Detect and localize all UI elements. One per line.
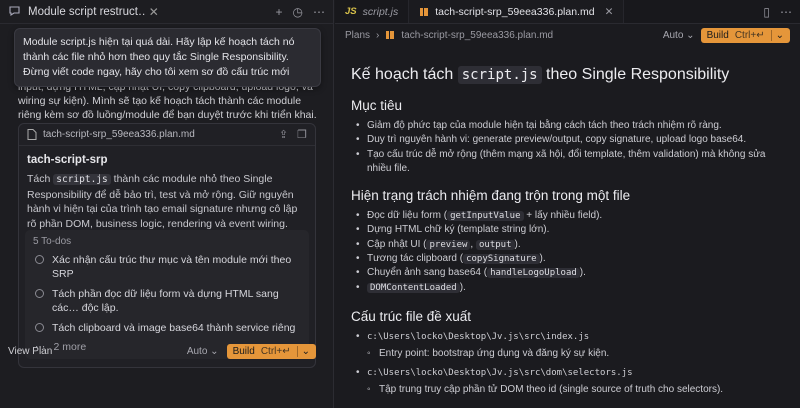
- goals-list: Giảm độ phức tạp của module hiện tại bằn…: [351, 119, 791, 176]
- list-item: Duy trì nguyên hành vi: generate preview…: [351, 133, 791, 148]
- breadcrumb-plans[interactable]: Plans: [345, 30, 370, 41]
- chat-panel: Module script restruct… ✕ + ◷ ⋯ input, d…: [0, 0, 334, 408]
- todo-checkbox-icon[interactable]: [35, 289, 44, 298]
- chat-tab-bar: Module script restruct… ✕ + ◷ ⋯: [0, 0, 333, 24]
- inline-code: script.js: [53, 174, 111, 185]
- list-item: Đọc dữ liệu form (getInputValue + lấy nh…: [351, 209, 791, 224]
- section-heading: Hiện trạng trách nhiệm đang trộn trong m…: [351, 188, 631, 204]
- plan-filename[interactable]: tach-script-srp_59eea336.plan.md: [43, 129, 279, 140]
- close-tab-icon[interactable]: ✕: [605, 6, 614, 18]
- chat-tab-title[interactable]: Module script restruct…: [28, 6, 145, 18]
- list-item: Tập trung truy cập phần tử DOM theo id (…: [351, 383, 791, 398]
- todo-item[interactable]: Tách clipboard và image base64 thành ser…: [33, 321, 301, 335]
- tab-plan-md[interactable]: tach-script-srp_59eea336.plan.md ✕: [409, 0, 625, 23]
- todo-checkbox-icon[interactable]: [35, 323, 44, 332]
- todo-item[interactable]: Tách phần đọc dữ liệu form và dựng HTML …: [33, 287, 301, 315]
- auto-select[interactable]: Auto ⌄: [663, 30, 695, 41]
- plan-card-header: tach-script-srp_59eea336.plan.md ⇪ ❐: [19, 124, 315, 146]
- list-item: Giảm độ phức tạp của module hiện tại bằn…: [351, 119, 791, 134]
- editor-tab-bar: JS script.js tach-script-srp_59eea336.pl…: [335, 0, 800, 24]
- markdown-file-icon: [386, 31, 395, 39]
- list-item: Chuyển ảnh sang base64 (handleLogoUpload…: [351, 266, 791, 281]
- breadcrumb: Plans › tach-script-srp_59eea336.plan.md…: [335, 24, 800, 46]
- close-icon[interactable]: ✕: [149, 5, 159, 19]
- section-heading: Mục tiêu: [351, 98, 403, 113]
- file-icon: [27, 129, 37, 140]
- section-heading: Cấu trúc file đề xuất: [351, 308, 472, 324]
- history-icon[interactable]: ◷: [293, 5, 303, 19]
- auto-select[interactable]: Auto ⌄: [187, 346, 219, 357]
- copy-icon[interactable]: ❐: [297, 128, 307, 141]
- chevron-right-icon: ›: [376, 29, 380, 41]
- breadcrumb-file[interactable]: tach-script-srp_59eea336.plan.md: [401, 30, 553, 41]
- js-file-icon: JS: [345, 6, 357, 17]
- editor-panel: JS script.js tach-script-srp_59eea336.pl…: [335, 0, 800, 408]
- list-item: Entry point: bootstrap ứng dụng và đăng …: [351, 347, 791, 362]
- plan-description: Tách script.js thành các module nhỏ theo…: [27, 173, 298, 230]
- build-button[interactable]: Build Ctrl+↵ ⌄: [700, 27, 790, 43]
- more-icon[interactable]: ⋯: [780, 5, 792, 19]
- chevron-down-icon[interactable]: ⌄: [770, 29, 784, 41]
- current-state-list: Đọc dữ liệu form (getInputValue + lấy nh…: [351, 209, 791, 295]
- todo-item[interactable]: Xác nhận cấu trúc thư mục và tên module …: [33, 253, 301, 281]
- list-item: Tạo cấu trúc dễ mở rộng (thêm mạng xã hộ…: [351, 148, 791, 177]
- list-item: Dựng HTML chữ ký (template string lớn).: [351, 223, 791, 238]
- todo-checkbox-icon[interactable]: [35, 255, 44, 264]
- build-button[interactable]: Build Ctrl+↵ ⌄: [226, 344, 316, 359]
- markdown-file-icon: [420, 7, 429, 16]
- list-item: DOMContentLoaded).: [351, 281, 791, 296]
- add-icon[interactable]: +: [276, 5, 283, 19]
- file-structure-list: c:\Users\locko\Desktop\Jv.js\src\index.j…: [351, 330, 791, 397]
- view-plan-link[interactable]: View Plan: [8, 346, 187, 357]
- list-item: Tương tác clipboard (copySignature).: [351, 252, 791, 267]
- todos-list: 5 To-dos Xác nhận cấu trúc thư mục và tê…: [25, 230, 309, 359]
- plan-card: tach-script-srp_59eea336.plan.md ⇪ ❐ tac…: [18, 123, 316, 368]
- tab-script-js[interactable]: JS script.js: [335, 0, 410, 23]
- document-title: Kế hoạch tách script.js theo Single Resp…: [351, 66, 730, 84]
- more-icon[interactable]: ⋯: [313, 5, 325, 19]
- plan-footer: View Plan Auto ⌄ Build Ctrl+↵ ⌄: [8, 344, 316, 359]
- list-item: Cập nhật UI (preview, output).: [351, 238, 791, 253]
- split-editor-icon[interactable]: ▯: [763, 5, 770, 19]
- plan-document: Kế hoạch tách script.js theo Single Resp…: [351, 66, 791, 397]
- plan-title: tach-script-srp: [27, 154, 108, 166]
- chat-bubble-icon: [8, 5, 22, 19]
- chevron-down-icon[interactable]: ⌄: [296, 346, 310, 357]
- user-prompt-bubble[interactable]: Module script.js hiện tại quá dài. Hãy l…: [14, 28, 321, 87]
- share-icon[interactable]: ⇪: [279, 128, 288, 141]
- todos-count: 5 To-dos: [33, 236, 72, 247]
- list-item: c:\Users\locko\Desktop\Jv.js\src\dom\sel…: [351, 366, 791, 381]
- list-item: c:\Users\locko\Desktop\Jv.js\src\index.j…: [351, 330, 791, 345]
